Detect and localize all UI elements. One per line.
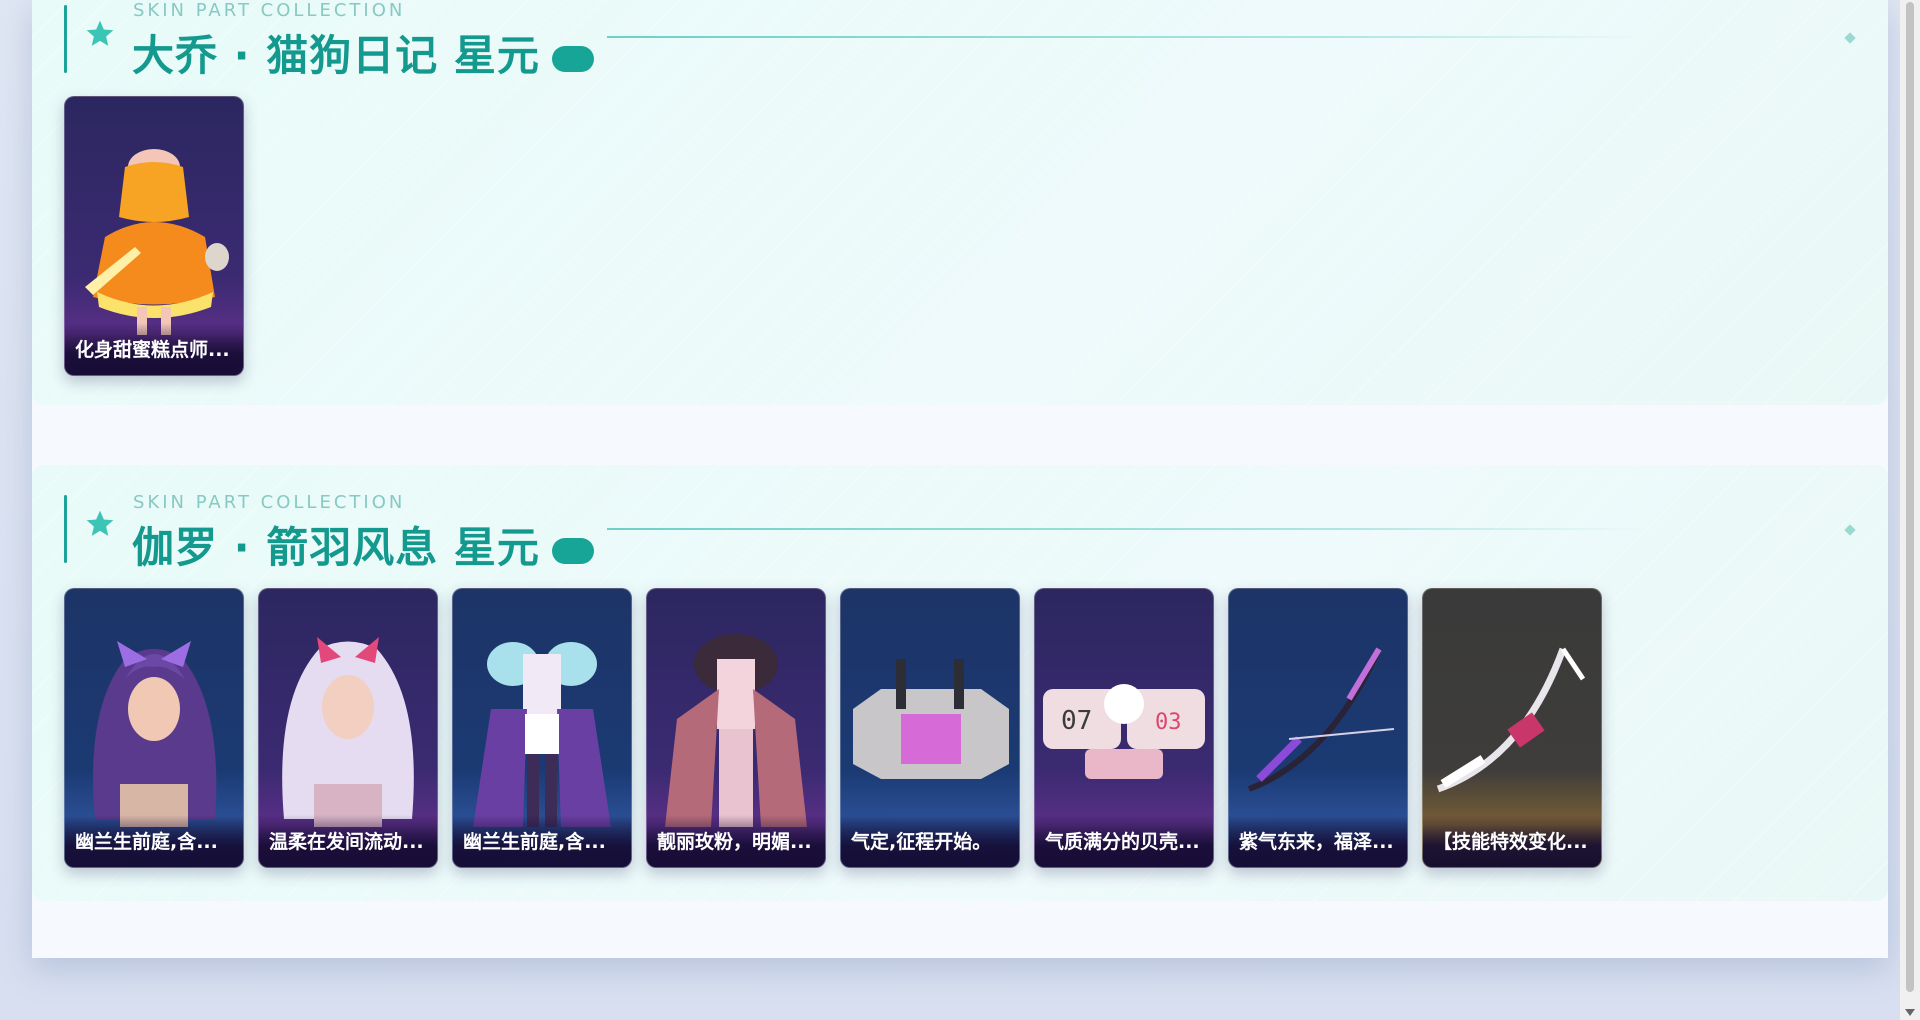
diamond-ornament (1844, 524, 1856, 536)
white-bow-thumbnail (1436, 647, 1586, 793)
white-hair-thumbnail (282, 637, 414, 827)
skin-part-card[interactable]: 化身甜蜜糕点师... (64, 96, 244, 376)
star-icon (86, 20, 114, 46)
section-title: 伽罗 · 箭羽风息 星元 (132, 514, 594, 575)
section-title-text: 伽罗 · 箭羽风息 星元 (132, 523, 540, 572)
card-row: 化身甜蜜糕点师... (64, 96, 244, 376)
svg-text:03: 03 (1155, 710, 1182, 735)
section-divider (607, 36, 1647, 38)
purple-bow-thumbnail (1247, 647, 1395, 792)
quiver-thumbnail (853, 659, 1009, 779)
skin-part-card[interactable]: 幽兰生前庭,含... (452, 588, 632, 868)
section-title-text: 大乔 · 猫狗日记 星元 (132, 31, 540, 80)
pill-badge (551, 537, 594, 564)
skin-part-card[interactable]: 07 03 气质满分的贝壳... (1034, 588, 1214, 868)
section-eyebrow: SKIN PART COLLECTION (133, 0, 406, 21)
collection-page: SKIN PART COLLECTION 大乔 · 猫狗日记 星元 化身甜蜜糕点… (32, 0, 1888, 958)
purple-hair-thumbnail (93, 641, 217, 827)
star-icon (86, 510, 114, 536)
vertical-scrollbar[interactable] (1900, 0, 1920, 1020)
diamond-ornament (1844, 32, 1856, 44)
svg-text:07: 07 (1061, 706, 1092, 736)
scroll-down-arrow-icon[interactable] (1905, 1009, 1915, 1016)
pink-outfit-thumbnail (665, 634, 807, 827)
costume-dress-thumbnail (85, 149, 229, 335)
section-title: 大乔 · 猫狗日记 星元 (132, 22, 594, 83)
skin-part-card[interactable]: 温柔在发间流动... (258, 588, 438, 868)
card-caption: 化身甜蜜糕点师... (65, 323, 243, 375)
skin-part-card[interactable]: 气定,征程开始。 (840, 588, 1020, 868)
card-caption: 幽兰生前庭,含... (453, 815, 631, 867)
card-caption: 气质满分的贝壳... (1035, 815, 1213, 867)
shell-accessory-thumbnail: 07 03 (1043, 684, 1205, 779)
pill-badge (551, 45, 594, 72)
skin-part-card[interactable]: 靓丽玫粉，明媚... (646, 588, 826, 868)
card-caption: 紫气东来，福泽... (1229, 815, 1407, 867)
skin-collection-section: SKIN PART COLLECTION 伽罗 · 箭羽风息 星元 幽兰生前庭,… (32, 465, 1888, 901)
card-caption: 幽兰生前庭,含... (65, 815, 243, 867)
card-caption: 温柔在发间流动... (259, 815, 437, 867)
section-divider (607, 528, 1647, 530)
section-accent-bar (64, 495, 67, 563)
skin-part-card[interactable]: 幽兰生前庭,含... (64, 588, 244, 868)
skin-part-card[interactable]: 紫气东来，福泽... (1228, 588, 1408, 868)
skin-part-card[interactable]: 【技能特效变化... (1422, 588, 1602, 868)
card-caption: 气定,征程开始。 (841, 815, 1019, 867)
skin-collection-section: SKIN PART COLLECTION 大乔 · 猫狗日记 星元 化身甜蜜糕点… (32, 0, 1888, 405)
section-accent-bar (64, 5, 67, 73)
scrollbar-thumb[interactable] (1906, 2, 1914, 992)
card-caption: 【技能特效变化... (1423, 815, 1601, 867)
armor-outfit-thumbnail (473, 642, 611, 827)
section-eyebrow: SKIN PART COLLECTION (133, 492, 406, 513)
card-row: 幽兰生前庭,含... 温柔在发间流动... 幽兰生前庭,含... 靓丽玫粉，明媚… (64, 588, 1602, 868)
card-caption: 靓丽玫粉，明媚... (647, 815, 825, 867)
